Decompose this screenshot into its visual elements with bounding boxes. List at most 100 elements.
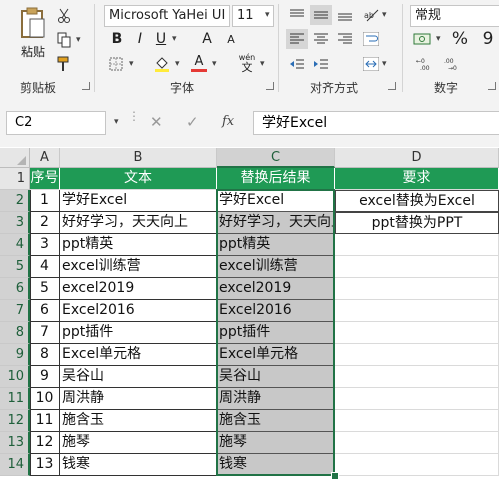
row-header[interactable]: 10 — [0, 366, 30, 388]
number-launcher-icon[interactable] — [488, 82, 496, 90]
cell-a[interactable]: 7 — [30, 322, 60, 344]
row-header[interactable]: 8 — [0, 322, 30, 344]
cell-c[interactable]: excel训练营 — [217, 256, 335, 278]
cell-b[interactable]: 吴谷山 — [60, 366, 217, 388]
row-header[interactable]: 12 — [0, 410, 30, 432]
header-cell-b[interactable]: 文本 — [60, 168, 217, 190]
cell-d[interactable] — [335, 454, 499, 476]
cell-d[interactable]: excel替换为Excel — [335, 190, 499, 212]
cell-b[interactable]: 施含玉 — [60, 410, 217, 432]
cell-b[interactable]: Excel单元格 — [60, 344, 217, 366]
shrink-font-button[interactable]: A — [222, 29, 240, 49]
row-header[interactable]: 13 — [0, 432, 30, 454]
align-left-button[interactable] — [286, 29, 308, 49]
wrap-text-button[interactable] — [360, 29, 382, 49]
borders-dropdown-icon[interactable]: ▾ — [129, 59, 134, 69]
comma-style-button[interactable]: 9 — [478, 29, 498, 49]
cell-c[interactable]: 施琴 — [217, 432, 335, 454]
cell-c[interactable]: 周洪静 — [217, 388, 335, 410]
cell-a[interactable]: 9 — [30, 366, 60, 388]
row-header[interactable]: 6 — [0, 278, 30, 300]
cell-c[interactable]: 吴谷山 — [217, 366, 335, 388]
row-header[interactable]: 7 — [0, 300, 30, 322]
cell-c[interactable]: ppt插件 — [217, 322, 335, 344]
column-header-b[interactable]: B — [60, 148, 217, 168]
align-right-button[interactable] — [334, 29, 356, 49]
font-name-select[interactable]: Microsoft YaHei UI — [104, 5, 230, 27]
align-center-button[interactable] — [310, 29, 332, 49]
italic-button[interactable]: I — [131, 29, 149, 49]
cell-b[interactable]: ppt插件 — [60, 322, 217, 344]
column-header-c[interactable]: C — [217, 148, 335, 168]
align-bottom-button[interactable] — [334, 5, 356, 25]
orientation-dropdown-icon[interactable]: ▾ — [382, 10, 387, 20]
name-box[interactable]: C2 — [6, 111, 106, 135]
underline-button[interactable]: U — [152, 29, 170, 49]
cell-d[interactable] — [335, 388, 499, 410]
font-launcher-icon[interactable] — [266, 82, 274, 90]
font-color-button[interactable]: A — [189, 52, 209, 74]
cell-d[interactable] — [335, 256, 499, 278]
bold-button[interactable]: B — [108, 29, 126, 49]
cell-b[interactable]: Excel2016 — [60, 300, 217, 322]
fill-color-button[interactable] — [152, 54, 172, 74]
decrease-indent-button[interactable] — [286, 54, 308, 74]
cell-b[interactable]: 钱寒 — [60, 454, 217, 476]
cell-d[interactable] — [335, 432, 499, 454]
cell-b[interactable]: excel训练营 — [60, 256, 217, 278]
header-cell-d[interactable]: 要求 — [335, 168, 499, 190]
merge-dropdown-icon[interactable]: ▾ — [382, 59, 387, 69]
insert-function-icon[interactable]: fx — [222, 114, 234, 129]
format-painter-button[interactable] — [54, 54, 74, 74]
cell-a[interactable]: 12 — [30, 432, 60, 454]
column-header-d[interactable]: D — [335, 148, 499, 168]
cell-c[interactable]: 好好学习，天天向上 — [217, 212, 335, 234]
cell-c[interactable]: 钱寒 — [217, 454, 335, 476]
number-format-select[interactable]: 常规 — [410, 5, 499, 27]
cell-b[interactable]: excel2019 — [60, 278, 217, 300]
merge-center-button[interactable] — [360, 54, 382, 74]
underline-dropdown-icon[interactable]: ▾ — [172, 34, 177, 44]
cell-d[interactable] — [335, 234, 499, 256]
currency-dropdown-icon[interactable]: ▾ — [436, 34, 441, 44]
copy-button[interactable] — [54, 30, 74, 50]
paste-button[interactable]: 粘贴 — [12, 4, 54, 62]
cell-c[interactable]: excel2019 — [217, 278, 335, 300]
row-header[interactable]: 4 — [0, 234, 30, 256]
cell-d[interactable] — [335, 300, 499, 322]
cell-b[interactable]: 施琴 — [60, 432, 217, 454]
percent-button[interactable]: % — [450, 29, 470, 49]
cell-d[interactable] — [335, 410, 499, 432]
grow-font-button[interactable]: A — [198, 29, 216, 49]
alignment-launcher-icon[interactable] — [388, 82, 396, 90]
cell-a[interactable]: 8 — [30, 344, 60, 366]
cell-c[interactable]: 学好Excel — [217, 190, 335, 212]
clipboard-launcher-icon[interactable] — [82, 82, 90, 90]
cell-b[interactable]: 学好Excel — [60, 190, 217, 212]
align-middle-button[interactable] — [310, 5, 332, 25]
cell-d[interactable] — [335, 344, 499, 366]
currency-button[interactable] — [410, 29, 434, 49]
decrease-decimal-button[interactable]: .00 →0 — [442, 54, 464, 74]
cell-a[interactable]: 11 — [30, 410, 60, 432]
cancel-icon[interactable]: ✕ — [150, 113, 163, 131]
align-top-button[interactable] — [286, 5, 308, 25]
row-header[interactable]: 2 — [0, 190, 30, 212]
drag-handle-icon[interactable]: ⋮ — [128, 110, 140, 122]
cell-b[interactable]: ppt精英 — [60, 234, 217, 256]
row-header[interactable]: 14 — [0, 454, 30, 476]
cell-a[interactable]: 2 — [30, 212, 60, 234]
font-color-dropdown-icon[interactable]: ▾ — [212, 59, 217, 69]
cell-a[interactable]: 3 — [30, 234, 60, 256]
name-box-dropdown-icon[interactable]: ▾ — [114, 117, 119, 127]
cell-c[interactable]: Excel2016 — [217, 300, 335, 322]
cell-a[interactable]: 13 — [30, 454, 60, 476]
font-size-dropdown-icon[interactable]: ▾ — [265, 10, 270, 20]
row-header[interactable]: 5 — [0, 256, 30, 278]
cell-c[interactable]: 施含玉 — [217, 410, 335, 432]
borders-button[interactable] — [106, 54, 126, 74]
cell-d[interactable] — [335, 278, 499, 300]
row-header[interactable]: 11 — [0, 388, 30, 410]
cell-c[interactable]: Excel单元格 — [217, 344, 335, 366]
cell-b[interactable]: 周洪静 — [60, 388, 217, 410]
